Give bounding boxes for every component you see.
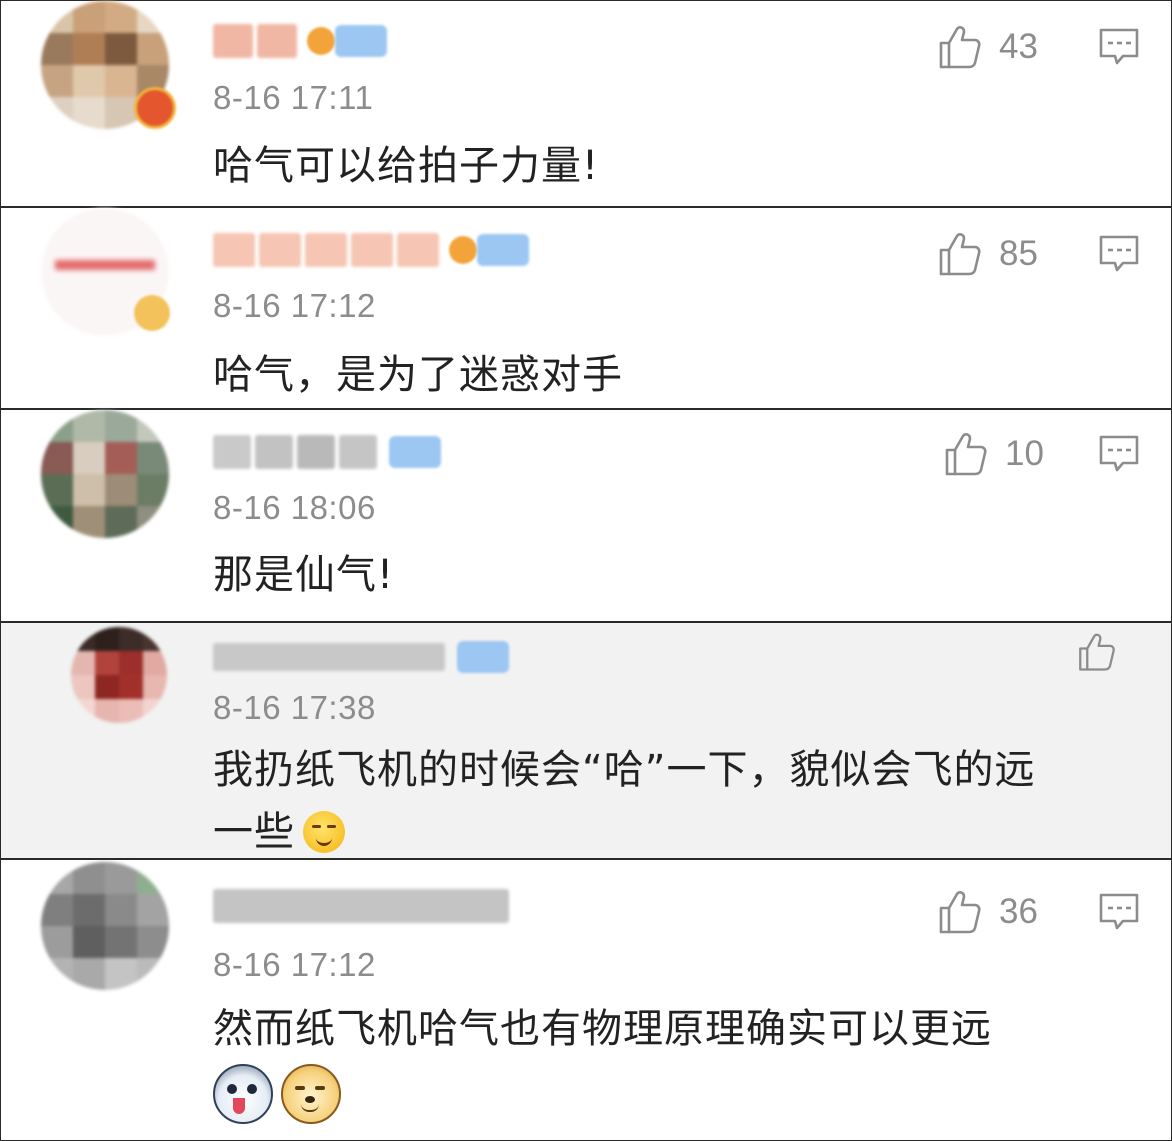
thumbs-up-icon (935, 888, 983, 936)
vip-badge-icon (134, 295, 170, 331)
husky-emoji-icon (213, 1064, 273, 1124)
username[interactable] (213, 432, 441, 472)
comment-timestamp: 8-16 17:12 (213, 946, 376, 983)
comment-text-line-2: 一些 (213, 809, 295, 855)
avatar[interactable] (41, 410, 169, 538)
username[interactable] (213, 230, 529, 270)
comment-text-line: 然而纸飞机哈气也有物理原理确实可以更远 (213, 1006, 992, 1052)
comment-item: 8-16 17:12 哈气，是为了迷惑对手 85 (1, 208, 1171, 408)
comment-text-line: 一些 (213, 801, 1093, 863)
like-count: 10 (1005, 434, 1044, 473)
comment-item: 8-16 17:11 哈气可以给拍子力量! 43 (1, 1, 1171, 206)
comment-icon[interactable] (1097, 25, 1141, 69)
comment-icon[interactable] (1097, 232, 1141, 276)
comment-timestamp: 8-16 18:06 (213, 489, 376, 526)
comment-timestamp: 8-16 17:12 (213, 287, 376, 324)
thumbs-up-icon (935, 230, 983, 278)
comment-text: 哈气可以给拍子力量! (213, 143, 600, 189)
emoji-row (213, 1064, 1093, 1124)
comment-text: 我扔纸飞机的时候会“哈”一下，貌似会飞的远 一些 (213, 739, 1093, 863)
comment-timestamp: 8-16 17:38 (213, 689, 376, 726)
comment-feed: 8-16 17:11 哈气可以给拍子力量! 43 8-16 17:12 哈气，是… (0, 0, 1172, 1141)
avatar[interactable] (71, 627, 167, 723)
like-button[interactable]: 43 (935, 23, 1038, 71)
comment-text-line: 我扔纸飞机的时候会“哈”一下，貌似会飞的远 (213, 747, 1036, 793)
username[interactable] (213, 21, 387, 61)
smirk-emoji-icon (303, 811, 345, 853)
comment-text: 哈气，是为了迷惑对手 (213, 352, 623, 398)
thumbs-up-icon (935, 23, 983, 71)
like-count: 85 (999, 234, 1038, 273)
like-button[interactable]: 10 (941, 430, 1044, 478)
username[interactable] (213, 637, 509, 677)
comment-item: 8-16 18:06 那是仙气! 10 (1, 410, 1171, 621)
vip-badge-icon (134, 87, 176, 129)
like-count: 36 (999, 892, 1038, 931)
comment-text: 然而纸飞机哈气也有物理原理确实可以更远 (213, 998, 1093, 1124)
like-button[interactable]: 85 (935, 230, 1038, 278)
like-button[interactable]: 36 (935, 888, 1038, 936)
comment-timestamp: 8-16 17:11 (213, 79, 374, 116)
comment-icon[interactable] (1097, 890, 1141, 934)
like-count: 43 (999, 27, 1038, 66)
doge-emoji-icon (281, 1064, 341, 1124)
username[interactable] (213, 886, 513, 926)
comment-item: 8-16 17:12 然而纸飞机哈气也有物理原理确实可以更远 36 (1, 860, 1171, 1140)
thumbs-up-icon (941, 430, 989, 478)
thumbs-up-icon (1075, 631, 1117, 673)
reply-item: 8-16 17:38 我扔纸飞机的时候会“哈”一下，貌似会飞的远 一些 (1, 623, 1171, 858)
avatar[interactable] (41, 862, 169, 990)
like-button[interactable] (1075, 631, 1117, 673)
comment-text: 那是仙气! (213, 552, 395, 598)
comment-icon[interactable] (1097, 432, 1141, 476)
